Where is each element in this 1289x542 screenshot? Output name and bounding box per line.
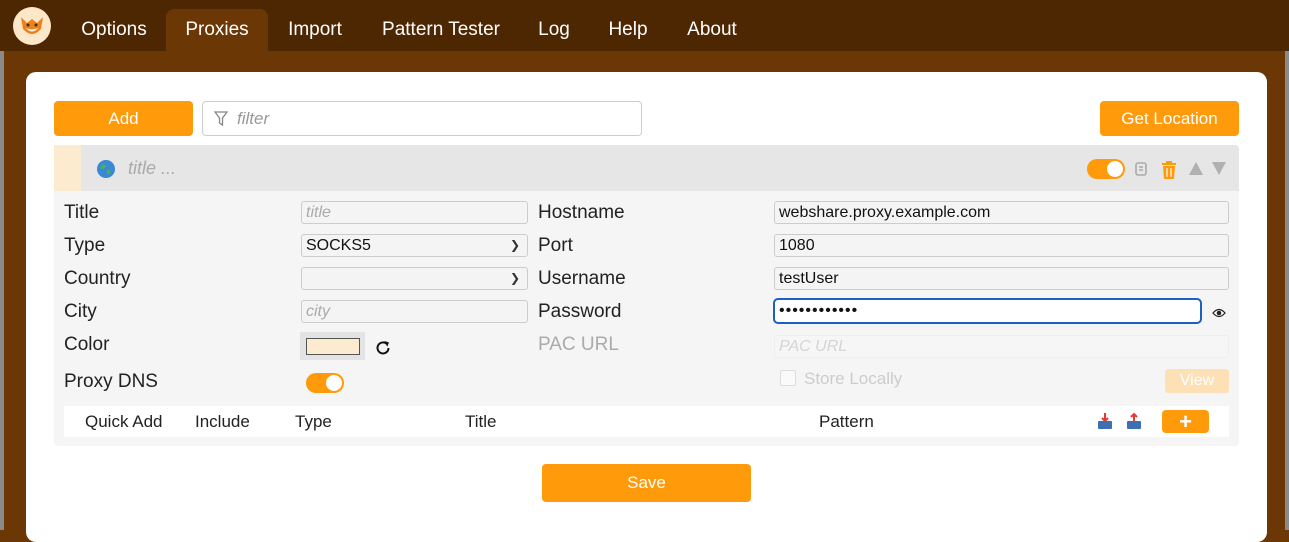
foxyproxy-logo-icon <box>13 7 51 45</box>
type-label: Type <box>64 235 106 256</box>
import-patterns-icon[interactable] <box>1097 412 1113 435</box>
proxy-header-title[interactable]: title ... <box>128 158 176 179</box>
window-border-right <box>1285 51 1289 530</box>
password-input[interactable]: •••••••••••• <box>773 298 1202 324</box>
tab-log[interactable]: Log <box>524 9 584 51</box>
tab-help[interactable]: Help <box>592 9 664 51</box>
proxy-entry-header[interactable] <box>54 145 1239 191</box>
col-title: Title <box>465 412 497 431</box>
save-button[interactable]: Save <box>542 464 751 502</box>
tab-options[interactable]: Options <box>66 9 162 51</box>
username-input[interactable] <box>774 267 1229 290</box>
city-label: City <box>64 301 97 322</box>
tab-about[interactable]: About <box>672 9 752 51</box>
password-label: Password <box>538 301 622 322</box>
proxy-dns-label: Proxy DNS <box>64 371 158 392</box>
add-proxy-button[interactable]: Add <box>54 101 193 136</box>
pac-url-label: PAC URL <box>538 334 619 355</box>
col-include: Include <box>195 412 250 431</box>
filter-input[interactable] <box>235 106 635 132</box>
filter-icon <box>213 111 229 132</box>
store-locally-label: Store Locally <box>804 369 903 388</box>
city-input[interactable] <box>301 300 528 323</box>
delete-icon[interactable] <box>1160 160 1178 185</box>
tab-pattern-tester[interactable]: Pattern Tester <box>366 9 516 51</box>
country-select[interactable] <box>301 267 528 290</box>
col-pattern: Pattern <box>819 412 874 431</box>
show-password-eye-icon[interactable] <box>1212 306 1226 324</box>
add-pattern-button[interactable]: + <box>1162 409 1209 434</box>
view-pac-button[interactable]: View <box>1165 369 1229 393</box>
color-swatch <box>306 338 360 355</box>
proxy-color-strip <box>54 145 81 191</box>
store-locally-checkbox[interactable] <box>780 370 796 386</box>
username-label: Username <box>538 268 626 289</box>
hostname-input[interactable] <box>774 201 1229 224</box>
color-label: Color <box>64 334 110 355</box>
col-type: Type <box>295 412 332 431</box>
window-border-left <box>0 51 4 530</box>
duplicate-icon[interactable] <box>1133 160 1149 183</box>
type-select[interactable]: SOCKS5 <box>301 234 528 257</box>
country-label: Country <box>64 268 131 289</box>
title-input[interactable] <box>301 201 528 224</box>
proxy-dns-toggle[interactable] <box>306 373 344 393</box>
pac-url-input[interactable] <box>774 335 1229 358</box>
export-patterns-icon[interactable] <box>1126 412 1142 435</box>
tab-import[interactable]: Import <box>272 9 358 51</box>
title-label: Title <box>64 202 100 223</box>
refresh-color-icon[interactable] <box>374 339 392 362</box>
tab-proxies[interactable]: Proxies <box>166 9 268 51</box>
move-up-icon[interactable] <box>1189 162 1203 180</box>
hostname-label: Hostname <box>538 202 625 223</box>
globe-icon <box>96 159 116 184</box>
proxy-enabled-toggle[interactable] <box>1087 159 1125 179</box>
filter-box <box>202 101 642 136</box>
get-location-button[interactable]: Get Location <box>1100 101 1239 136</box>
col-quick-add: Quick Add <box>85 412 163 431</box>
port-label: Port <box>538 235 573 256</box>
move-down-icon[interactable] <box>1212 162 1226 180</box>
port-input[interactable] <box>774 234 1229 257</box>
